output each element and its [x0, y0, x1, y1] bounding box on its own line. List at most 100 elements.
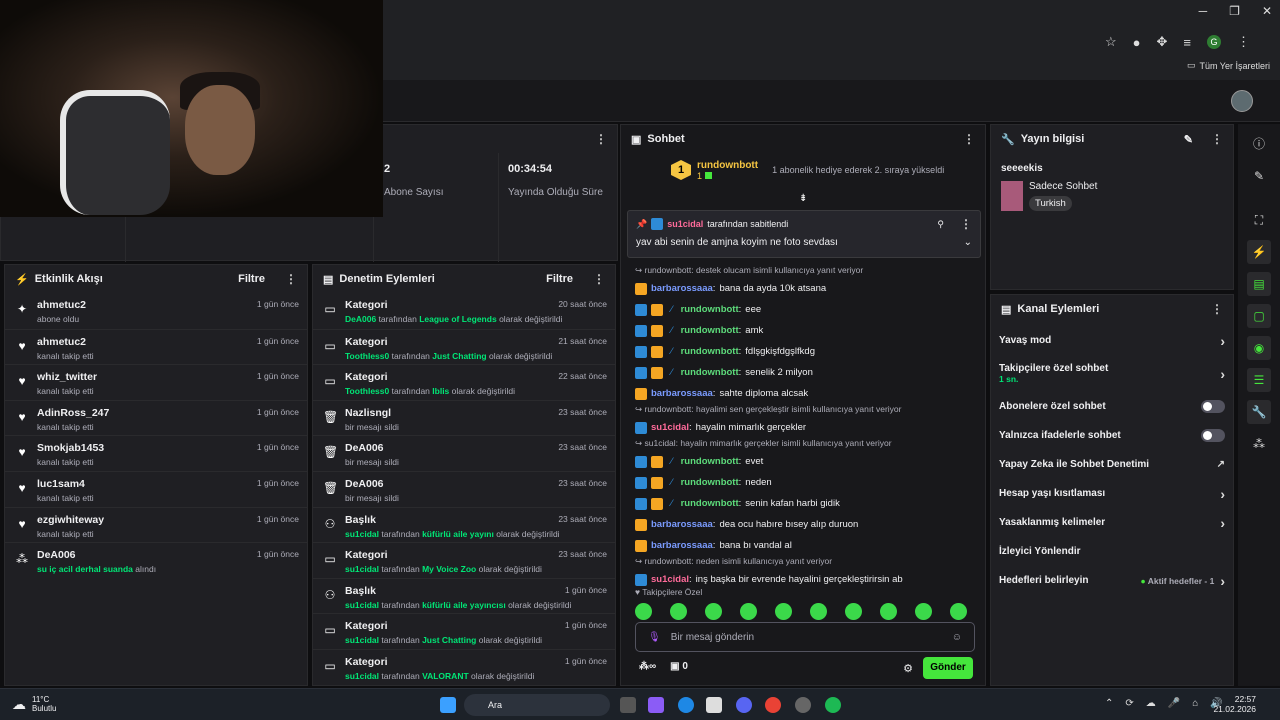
expand-icon[interactable]: ⛶: [1247, 208, 1271, 232]
filter-button[interactable]: Filtre: [546, 273, 573, 285]
broadcast-icon[interactable]: ◉: [1247, 336, 1271, 360]
media-icon[interactable]: ≡: [1183, 35, 1191, 50]
emote[interactable]: [705, 603, 722, 620]
pinned-message[interactable]: 📌 su1cidal tarafından sabitlendi ⚲ ⋮ yav…: [627, 210, 981, 258]
app-icon[interactable]: [648, 697, 664, 713]
chat-username[interactable]: barbarossaaa: [651, 540, 713, 551]
chat-username[interactable]: su1cidal: [651, 422, 689, 433]
audit-actor[interactable]: su1cidal: [345, 529, 379, 539]
system-tray[interactable]: ⌃ ⟳ ☁ 🎤 ⌂ 🔊: [1105, 698, 1223, 709]
chat-username[interactable]: rundownbott: [681, 367, 739, 378]
restore-icon[interactable]: ❐: [1229, 4, 1240, 18]
chat-username[interactable]: rundownbott: [681, 346, 739, 357]
info-icon[interactable]: ⓘ: [1247, 132, 1271, 156]
emote[interactable]: [950, 603, 967, 620]
edge-icon[interactable]: [678, 697, 694, 713]
action-row[interactable]: Abonelere özel sohbet: [991, 392, 1233, 421]
action-row[interactable]: Yapay Zeka ile Sohbet Denetimi ↗: [991, 450, 1233, 479]
emote[interactable]: [915, 603, 932, 620]
puzzle-icon[interactable]: ✥: [1157, 34, 1168, 50]
chat-username[interactable]: rundownbott: [681, 325, 739, 336]
more-icon[interactable]: ⋮: [963, 132, 975, 146]
toggle-switch[interactable]: [1201, 429, 1225, 442]
scroll-down-icon[interactable]: ⇟: [799, 193, 807, 204]
action-row[interactable]: Yavaş mod ›: [991, 326, 1233, 355]
audit-value: Just Chatting: [422, 635, 477, 646]
chat-username[interactable]: rundownbott: [681, 304, 739, 315]
wrench-icon[interactable]: 🔧: [1247, 400, 1271, 424]
discord-icon[interactable]: [736, 697, 752, 713]
send-button[interactable]: Gönder: [923, 657, 973, 679]
chat-username[interactable]: barbarossaaa: [651, 283, 713, 294]
more-icon[interactable]: ⋮: [285, 272, 297, 286]
filter-button[interactable]: Filtre: [238, 273, 265, 285]
audit-actor[interactable]: su1cidal: [345, 564, 379, 574]
audit-actor[interactable]: Toothless0: [345, 351, 389, 361]
audit-actor[interactable]: su1cidal: [345, 671, 379, 681]
action-row[interactable]: İzleyici Yönlendir: [991, 537, 1233, 566]
bookmarks-folder[interactable]: ▭ Tüm Yer İşaretleri: [1187, 60, 1270, 71]
document-icon[interactable]: ▤: [1247, 272, 1271, 296]
weather-widget[interactable]: ☁ 11°C Bulutlu: [12, 695, 56, 713]
stat-label: Yayında Olduğu Süre: [508, 187, 603, 198]
settings-icon[interactable]: ⚙: [903, 662, 913, 675]
emote[interactable]: [775, 603, 792, 620]
more-icon[interactable]: ⋮: [593, 272, 605, 286]
action-row[interactable]: Hesap yaşı kısıtlaması ›: [991, 479, 1233, 508]
chat-username[interactable]: rundownbott: [681, 498, 739, 509]
emoji-icon[interactable]: ☺: [952, 632, 962, 643]
chat-username[interactable]: rundownbott: [681, 477, 739, 488]
spotify-icon[interactable]: [825, 697, 841, 713]
taskview-icon[interactable]: [620, 697, 636, 713]
close-icon[interactable]: ✕: [1262, 4, 1272, 18]
more-icon[interactable]: ⋮: [595, 132, 607, 146]
mic-icon[interactable]: 🎙: [648, 632, 661, 643]
emote[interactable]: [845, 603, 862, 620]
more-icon[interactable]: ⋮: [1211, 302, 1223, 316]
more-icon[interactable]: ⋮: [1211, 132, 1223, 146]
toggle-switch[interactable]: [1201, 400, 1225, 413]
unpin-icon[interactable]: ⚲: [937, 219, 944, 230]
chevron-down-icon[interactable]: ⌄: [964, 237, 972, 248]
store-icon[interactable]: [706, 697, 722, 713]
bolt-icon[interactable]: ⚡: [1247, 240, 1271, 264]
more-icon[interactable]: ⋮: [960, 217, 972, 231]
action-row[interactable]: Yasaklanmış kelimeler ›: [991, 508, 1233, 537]
action-row[interactable]: Hedefleri belirleyin ● Aktif hedefler - 1…: [991, 566, 1233, 595]
menu-icon[interactable]: ⋮: [1237, 34, 1250, 50]
emote[interactable]: [810, 603, 827, 620]
users-icon[interactable]: ⁂: [1247, 432, 1271, 456]
audit-actor[interactable]: DeA006: [345, 314, 376, 324]
action-row[interactable]: Yalnızca ifadelerle sohbet: [991, 421, 1233, 450]
star-icon[interactable]: ☆: [1105, 34, 1117, 50]
chat-username[interactable]: barbarossaaa: [651, 519, 713, 530]
profile-avatar[interactable]: G: [1207, 35, 1221, 49]
edit-icon[interactable]: ✎: [1247, 164, 1271, 188]
infinity-icon[interactable]: ⁂∞: [639, 661, 656, 672]
clock[interactable]: 22:57 21.02.2026: [1213, 694, 1256, 714]
emote[interactable]: [880, 603, 897, 620]
emote[interactable]: [670, 603, 687, 620]
chat-icon[interactable]: ▢: [1247, 304, 1271, 328]
chat-input[interactable]: 🎙 Bir mesaj gönderin ☺: [635, 622, 975, 652]
taskbar-search[interactable]: Ara: [464, 694, 610, 716]
chat-username[interactable]: rundownbott: [681, 456, 739, 467]
edit-icon[interactable]: ✎: [1184, 133, 1193, 146]
tag-chip[interactable]: Turkish: [1029, 196, 1072, 211]
extension-icon[interactable]: ●: [1133, 35, 1141, 50]
audit-actor[interactable]: Toothless0: [345, 386, 389, 396]
emote[interactable]: [635, 603, 652, 620]
windows-start-icon[interactable]: [440, 697, 456, 713]
chrome-icon[interactable]: [765, 697, 781, 713]
minimize-icon[interactable]: ─: [1199, 4, 1208, 18]
chat-username[interactable]: su1cidal: [651, 574, 689, 585]
audit-actor[interactable]: su1cidal: [345, 635, 379, 645]
obs-icon[interactable]: [795, 697, 811, 713]
action-row[interactable]: Takipçilere özel sohbet 1 sn. ›: [991, 355, 1233, 392]
audit-actor[interactable]: su1cidal: [345, 600, 379, 610]
chat-username[interactable]: barbarossaaa: [651, 388, 713, 399]
emote[interactable]: [740, 603, 757, 620]
gift-box-icon[interactable]: ▣ 0: [670, 661, 688, 672]
user-avatar[interactable]: [1231, 90, 1253, 112]
layers-icon[interactable]: ☰: [1247, 368, 1271, 392]
